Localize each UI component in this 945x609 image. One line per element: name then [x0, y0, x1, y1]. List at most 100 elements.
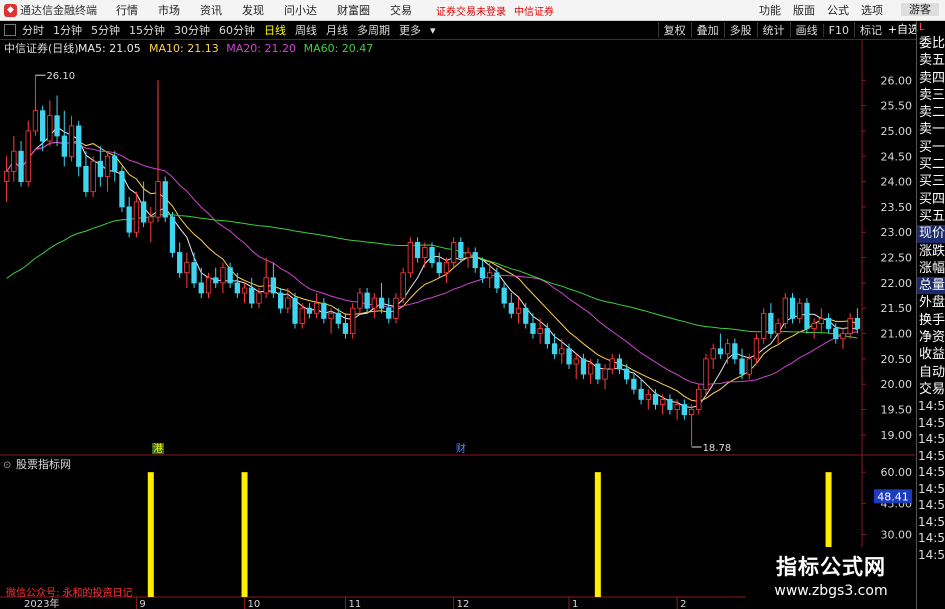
time-tick-label: 2 [680, 599, 686, 609]
candle-body [76, 125, 82, 167]
kline-chart[interactable]: 中信证券(日线) MA5: 21.05 MA10: 21.13 MA20: 21.20… [0, 40, 915, 609]
candle-body [768, 312, 774, 334]
tab-period-30min[interactable]: 30分钟 [174, 22, 210, 38]
candle-body [486, 272, 493, 279]
ma-label-ma5: MA5: 21.05 [78, 42, 141, 55]
candle-body [321, 302, 327, 319]
candle-body [97, 160, 103, 177]
title-bar: ◆ 通达信金融终端 行情 市场 资讯 发现 问小达 财富圈 交易 证券交易未登录… [0, 0, 945, 21]
candle-body [176, 252, 183, 274]
candle-body [761, 312, 767, 339]
chevron-down-icon[interactable]: ▾ [430, 24, 436, 37]
side-item: 买三 [919, 174, 945, 190]
menu-item-layout[interactable]: 版面 [787, 2, 821, 18]
candle-body [566, 348, 572, 365]
watermark-url: www.zbgs3.com [774, 583, 888, 599]
menu-item-market[interactable]: 市场 [148, 2, 190, 18]
indicator-bar [594, 472, 601, 597]
candle-body [465, 252, 471, 258]
candle-body [299, 307, 305, 324]
price-tick-label: 24.00 [881, 176, 913, 189]
side-panel-times: 14:5 14:5 14:5 14:5 14:5 14:5 14:5 14:5 14:5 14:5 [917, 398, 945, 563]
candle-body [234, 282, 241, 294]
indicator-settings-icon: ⊙ [3, 460, 11, 471]
candle-body [818, 317, 824, 324]
candle-body [811, 322, 817, 329]
tab-period-intraday[interactable]: 分时 [22, 22, 44, 38]
ma10-line [6, 141, 858, 402]
tab-period-multi[interactable]: 多周期 [357, 22, 390, 38]
side-item: 涨跌 [919, 243, 945, 259]
candle-body [515, 307, 522, 314]
tab-period-more[interactable]: 更多 [399, 22, 421, 38]
tab-period-5min[interactable]: 5分钟 [91, 22, 120, 38]
statistics-button[interactable]: 统计 [756, 22, 790, 38]
candle-body [241, 287, 248, 294]
candle-body [313, 302, 320, 314]
menu-item-trade[interactable]: 交易 [380, 2, 422, 18]
tab-period-60min[interactable]: 60分钟 [219, 22, 255, 38]
candle-body [825, 317, 832, 329]
side-time: 14:5 [918, 415, 945, 430]
menu-item-function[interactable]: 功能 [753, 2, 787, 18]
menu-item-wealth[interactable]: 财富圈 [327, 2, 380, 18]
menu-item-ask[interactable]: 问小达 [274, 2, 327, 18]
candle-body [804, 302, 810, 329]
add-watchlist-button[interactable]: +自选 [888, 21, 919, 39]
indicator-bar [241, 472, 248, 597]
login-status[interactable]: 证券交易未登录 [436, 3, 506, 18]
side-panel-items: 委比 卖五 卖四 卖三 卖二 卖一 买一 买二 买三 买四 买五 现价 涨跌 涨幅 总量 外盘 换手 净资 收益 自动… [917, 35, 945, 398]
price-tick-label: 23.50 [881, 201, 913, 214]
candle-body [104, 155, 111, 177]
multi-stock-button[interactable]: 多股 [723, 22, 757, 38]
tab-period-daily[interactable]: 日线 [264, 22, 286, 38]
side-item: 买四 [919, 191, 945, 207]
candle-body [559, 348, 565, 355]
period-checkbox[interactable] [4, 24, 16, 36]
draw-line-button[interactable]: 画线 [789, 22, 823, 38]
overlay-button[interactable]: 叠加 [690, 22, 724, 38]
candle-body [681, 404, 687, 416]
side-item: 自动 [919, 364, 945, 380]
side-item: 外盘 [919, 295, 945, 311]
login-guest-button[interactable]: 游客 [889, 0, 945, 20]
time-tick-label: 11 [348, 599, 361, 609]
ma-label-ma60: MA60: 20.47 [304, 42, 374, 55]
adjust-button[interactable]: 复权 [657, 22, 691, 38]
quote-side-panel: L 委比 卖五 卖四 卖三 卖二 卖一 买一 买二 买三 买四 买五 现价 涨跌 涨幅 总量 外盘 换手 净资 收益… [916, 21, 945, 609]
menu-item-news[interactable]: 资讯 [190, 2, 232, 18]
broker-name: 中信证券 [514, 6, 554, 18]
price-tick-label: 25.50 [881, 100, 913, 113]
tab-period-15min[interactable]: 15分钟 [129, 22, 165, 38]
candle-body [667, 398, 673, 410]
candle-body [450, 241, 457, 264]
side-time: 14:5 [918, 498, 945, 513]
side-item: 总量 [917, 277, 945, 295]
mark-button[interactable]: 标记 [854, 22, 887, 38]
candle-body [328, 312, 334, 319]
candle-body [854, 317, 861, 329]
candle-body [797, 302, 803, 319]
candle-body [227, 267, 233, 284]
candle-body [371, 297, 378, 309]
side-item: 委比 [919, 36, 945, 51]
right-menu: 功能 版面 公式 选项 游客 [753, 0, 945, 20]
f10-button[interactable]: F10 [822, 23, 854, 37]
menu-item-formula[interactable]: 公式 [821, 2, 855, 18]
time-tick-label: 10 [248, 599, 261, 609]
menu-item-options[interactable]: 选项 [855, 2, 889, 18]
indicator-tick-label: 30.00 [881, 529, 913, 542]
menu-item-discover[interactable]: 发现 [232, 2, 274, 18]
candle-body [544, 328, 550, 345]
tab-period-monthly[interactable]: 月线 [326, 22, 348, 38]
side-item: 净资 [919, 330, 945, 346]
wechat-caption: 微信公众号: 永和的投资日记 [6, 588, 133, 599]
candle-body [198, 282, 204, 294]
candle-body [191, 262, 197, 284]
candle-body [169, 216, 176, 253]
candle-body [652, 393, 659, 405]
tab-period-1min[interactable]: 1分钟 [53, 22, 82, 38]
time-tick-label: 12 [457, 599, 470, 609]
tab-period-weekly[interactable]: 周线 [295, 22, 317, 38]
menu-item-quotes[interactable]: 行情 [106, 2, 148, 18]
